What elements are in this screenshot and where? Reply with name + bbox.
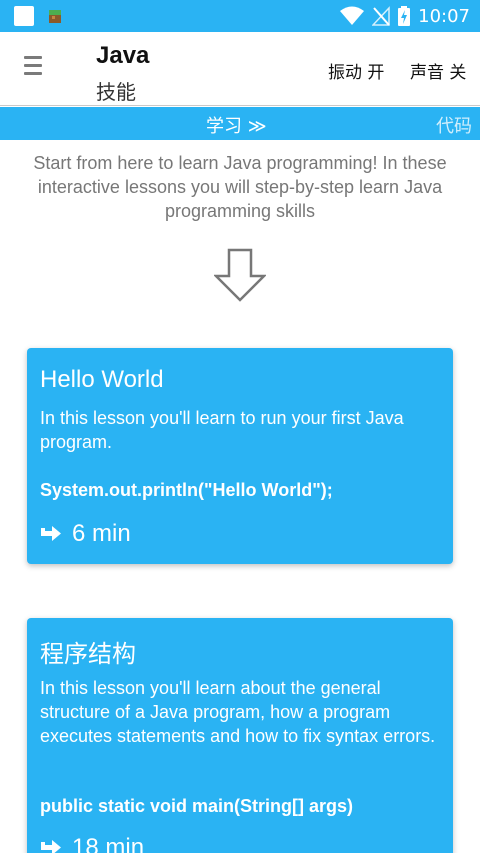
down-arrow-icon xyxy=(214,248,266,302)
page-title: Java xyxy=(96,42,150,69)
lesson-title: 程序结构 xyxy=(40,640,136,668)
tab-bar: 学习 ≫ 代码 xyxy=(0,107,480,140)
app-bar: Java 技能 振动 开 声音 关 xyxy=(0,32,480,106)
tab-learn[interactable]: 学习 ≫ xyxy=(206,112,267,138)
status-time: 10:07 xyxy=(418,5,470,27)
menu-button[interactable] xyxy=(24,56,42,80)
notification-square-icon xyxy=(14,6,34,26)
status-icons: 10:07 xyxy=(340,0,470,32)
curved-arrow-icon xyxy=(41,840,61,853)
lesson-duration-text: 6 min xyxy=(72,520,131,547)
lesson-description: In this lesson you'll learn to run your … xyxy=(40,408,404,452)
no-signal-icon xyxy=(372,6,390,26)
sound-toggle[interactable]: 声音 关 xyxy=(410,58,466,83)
lesson-title: Hello World xyxy=(40,366,164,393)
lesson-card-hello-world[interactable]: Hello World In this lesson you'll learn … xyxy=(27,348,453,564)
lesson-description: In this lesson you'll learn about the ge… xyxy=(40,678,436,746)
lesson-card-program-structure[interactable]: 程序结构 In this lesson you'll learn about t… xyxy=(27,618,453,853)
app-notification-icon xyxy=(49,10,61,23)
lesson-code-sample: System.out.println("Hello World"); xyxy=(40,480,333,500)
wifi-icon xyxy=(340,6,365,25)
lesson-duration: 6 min xyxy=(40,520,131,548)
menu-icon-line xyxy=(24,56,42,59)
status-bar: 10:07 xyxy=(0,0,480,32)
page-subtitle: 技能 xyxy=(96,80,136,104)
lesson-code-sample: public static void main(String[] args) xyxy=(40,796,354,816)
tab-code[interactable]: 代码 xyxy=(436,112,472,138)
lesson-duration-text: 18 min xyxy=(72,834,145,853)
intro-text: Start from here to learn Java programmin… xyxy=(33,153,447,221)
vibration-toggle[interactable]: 振动 开 xyxy=(328,58,384,83)
menu-icon-line xyxy=(24,72,42,75)
lesson-duration: 18 min xyxy=(40,834,144,853)
battery-charging-icon xyxy=(398,6,411,26)
menu-icon-line xyxy=(24,64,42,67)
curved-arrow-icon xyxy=(41,526,61,541)
